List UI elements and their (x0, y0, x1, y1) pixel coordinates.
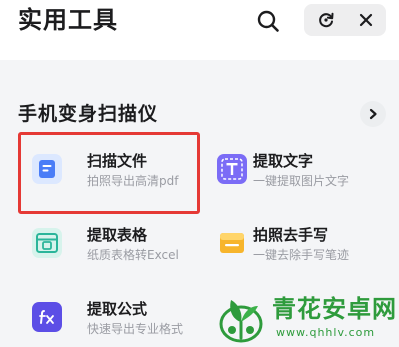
leaf-logo-icon (219, 300, 263, 343)
tool-extract-text[interactable]: 提取文字 一键提取图片文字 (201, 139, 387, 199)
search-icon (257, 10, 279, 32)
section-more-button[interactable] (360, 101, 386, 127)
app-page: 实用工具 手机变身扫描仪 扫描文件 拍照导出高清pdf 提取文字 一键提取图片文… (0, 0, 399, 347)
tool-desc: 纸质表格转Excel (87, 248, 179, 262)
highlight-box (18, 132, 200, 214)
eraser-icon (220, 233, 244, 253)
page-title: 实用工具 (18, 6, 118, 34)
close-icon (359, 13, 373, 27)
tool-name: 提取公式 (87, 300, 148, 318)
close-button[interactable] (348, 4, 384, 36)
text-extract-icon (217, 154, 247, 184)
tool-name: 拍照去手写 (253, 226, 329, 244)
refresh-icon (319, 12, 334, 28)
tool-extract-table[interactable]: 提取表格 纸质表格转Excel (18, 213, 204, 273)
tool-remove-handwriting[interactable]: 拍照去手写 一键去除手写笔迹 (201, 213, 387, 273)
tool-desc: 一键提取图片文字 (253, 174, 350, 188)
tool-extract-formula[interactable]: 提取公式 快速导出专业格式 (18, 287, 204, 347)
tool-name: 提取文字 (253, 152, 314, 170)
tool-name: 提取表格 (87, 226, 148, 244)
tool-desc: 快速导出专业格式 (87, 322, 184, 336)
watermark-name: 青花安卓网 (272, 295, 397, 323)
section-title: 手机变身扫描仪 (18, 103, 159, 125)
chevron-right-icon (369, 108, 377, 120)
search-button[interactable] (254, 8, 282, 34)
refresh-button[interactable] (308, 4, 344, 36)
mini-program-capsule (304, 4, 386, 36)
watermark-url: www.qhhlv.com (276, 326, 376, 339)
formula-icon (32, 302, 62, 332)
table-extract-icon (32, 228, 62, 258)
tool-desc: 一键去除手写笔迹 (253, 248, 350, 262)
watermark: 青花安卓网 www.qhhlv.com (210, 290, 399, 347)
top-bar: 实用工具 (0, 0, 399, 60)
